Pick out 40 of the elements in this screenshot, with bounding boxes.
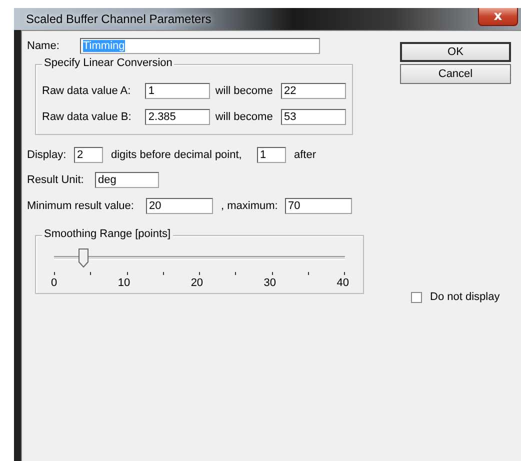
result-unit-field[interactable]: deg [95, 172, 159, 188]
tick-mark [199, 272, 200, 275]
digits-after-field[interactable]: 1 [257, 147, 286, 163]
raw-value-field[interactable]: 2.385 [145, 109, 210, 125]
result-unit-label: Result Unit: [27, 174, 85, 186]
smoothing-slider[interactable] [54, 250, 345, 270]
name-label: Name: [27, 40, 60, 52]
raw-value-field[interactable]: 1 [145, 83, 210, 99]
tick-label: 30 [264, 277, 276, 289]
tick-mark [162, 272, 164, 275]
maximum-field[interactable]: 70 [285, 198, 352, 214]
tick-label: 0 [51, 277, 58, 289]
after-label: after [293, 149, 318, 161]
result-value-field[interactable]: 22 [281, 83, 346, 99]
digits-before-label: digits before decimal point, [110, 149, 243, 161]
will-become-label: will become [214, 85, 274, 97]
will-become-label: will become [214, 111, 274, 123]
raw-value-label: Raw data value A: [42, 85, 132, 97]
tick-mark [344, 272, 345, 275]
window-title: Scaled Buffer Channel Parameters [26, 12, 212, 26]
tick-label: 40 [336, 277, 349, 289]
dialog-button[interactable]: Cancel [400, 64, 511, 84]
result-value-field[interactable]: 53 [281, 109, 346, 125]
maximum-label: , maximum: [220, 200, 279, 212]
checkbox-label: Do not display [430, 291, 500, 303]
checkbox[interactable] [411, 292, 422, 302]
display-label: Display: [27, 149, 68, 161]
tick-mark [54, 272, 55, 275]
close-button[interactable]: x [478, 8, 518, 26]
group-title: Specify Linear Conversion [42, 57, 174, 69]
slider-thumb[interactable] [78, 248, 90, 268]
minimum-label: Minimum result value: [27, 200, 135, 212]
dialog-button[interactable]: OK [400, 42, 511, 62]
raw-value-label: Raw data value B: [42, 111, 132, 123]
minimum-field[interactable]: 20 [146, 198, 213, 214]
digits-before-field[interactable]: 2 [74, 147, 103, 163]
tick-label: 20 [190, 277, 204, 289]
group-title: Smoothing Range [points] [42, 228, 173, 240]
tick-label: 10 [118, 277, 130, 289]
tick-mark [308, 272, 309, 275]
